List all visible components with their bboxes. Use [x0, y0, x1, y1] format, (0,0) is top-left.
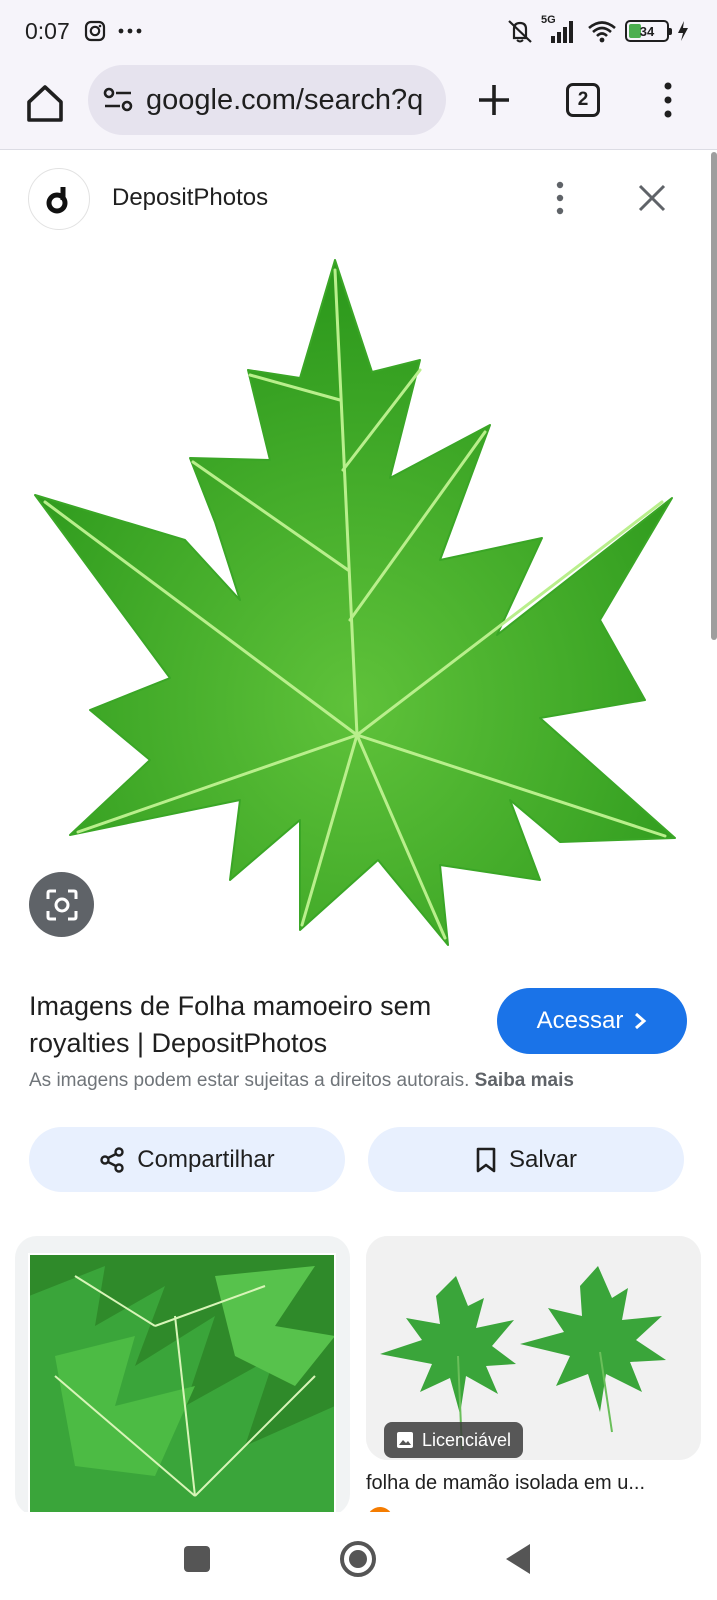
status-bar: 0:07 5G 34 [0, 0, 717, 62]
mute-icon [508, 20, 532, 43]
save-button[interactable]: Salvar [368, 1127, 684, 1192]
battery-icon: 34 [625, 20, 672, 42]
result-title[interactable]: Imagens de Folha mamoeiro sem royalties … [29, 988, 469, 1062]
share-button[interactable]: Compartilhar [29, 1127, 345, 1192]
related-image-card[interactable] [15, 1236, 350, 1516]
instagram-icon [84, 20, 106, 42]
site-settings-icon[interactable] [102, 84, 134, 116]
result-image[interactable] [0, 240, 717, 960]
address-bar[interactable]: google.com/search?q [88, 65, 446, 135]
recents-icon[interactable] [184, 1546, 210, 1572]
back-icon[interactable] [506, 1544, 530, 1574]
home-icon[interactable] [24, 82, 66, 124]
new-tab-icon[interactable] [474, 80, 514, 120]
status-time: 0:07 [25, 18, 70, 44]
source-logo-icon[interactable] [28, 168, 90, 230]
leaf-shape [34, 259, 676, 946]
visit-button[interactable]: Acessar [497, 988, 687, 1054]
more-options-icon[interactable] [553, 180, 567, 216]
license-badge: Licenciável [384, 1422, 524, 1458]
lens-button[interactable] [29, 872, 94, 937]
url-text[interactable]: google.com/search?q [146, 84, 423, 117]
lens-icon [46, 889, 77, 920]
source-header: DepositPhotos [0, 166, 717, 230]
license-badge-label: Licenciável [422, 1429, 512, 1450]
save-label: Salvar [508, 1145, 578, 1173]
more-dots-icon [118, 28, 142, 34]
image-icon [397, 1432, 413, 1448]
copyright-notice: As imagens podem estar sujeitas a direit… [29, 1070, 574, 1092]
share-icon [100, 1146, 124, 1173]
wifi-icon [588, 21, 616, 43]
navigation-bar [0, 1512, 717, 1600]
signal-icon: 5G [541, 14, 579, 44]
copyright-text: As imagens podem estar sujeitas a direit… [29, 1070, 470, 1091]
bookmark-icon [476, 1147, 496, 1172]
visit-button-label: Acessar [536, 1007, 624, 1034]
battery-text: 34 [639, 23, 655, 39]
browser-toolbar: google.com/search?q 2 [0, 62, 717, 150]
home-nav-icon[interactable] [340, 1541, 376, 1577]
menu-icon[interactable] [660, 80, 676, 120]
related-caption[interactable]: folha de mamão isolada em u... [366, 1472, 696, 1495]
source-name[interactable]: DepositPhotos [112, 184, 268, 212]
share-label: Compartilhar [137, 1145, 275, 1173]
papaya-leaves-image [28, 1253, 336, 1516]
tab-switcher-icon[interactable]: 2 [566, 83, 600, 117]
learn-more-link[interactable]: Saiba mais [475, 1070, 574, 1091]
chevron-right-icon [635, 1012, 647, 1030]
charging-icon [678, 21, 688, 41]
close-icon[interactable] [636, 182, 668, 214]
